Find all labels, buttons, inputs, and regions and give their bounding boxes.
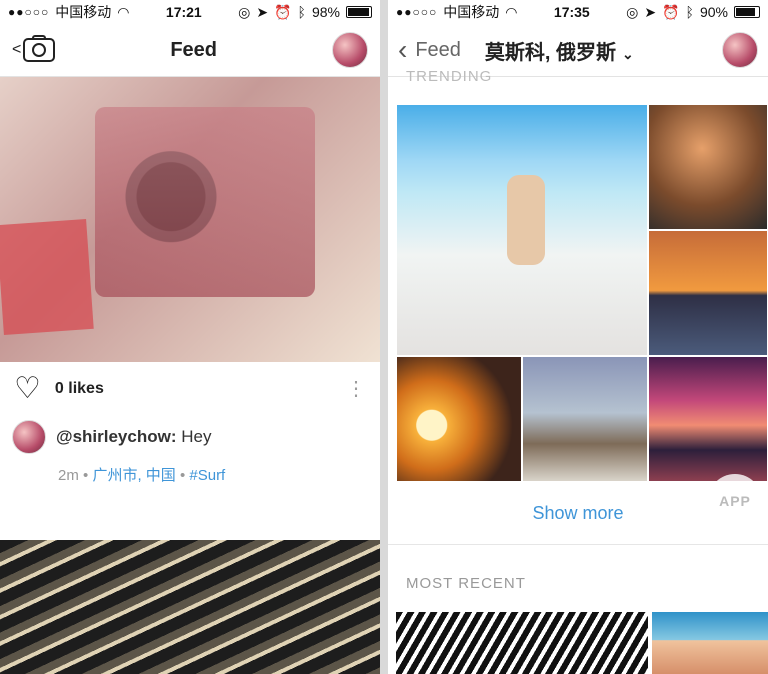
- post-time: 2m: [58, 467, 79, 484]
- signal-dots: ●●○○○: [8, 5, 50, 19]
- trending-tile[interactable]: [396, 356, 522, 482]
- status-left: ●●○○○ 中国移动 ◠: [396, 2, 517, 22]
- post-actions: ♡ 0 likes ⋮: [0, 362, 380, 416]
- comment-body: Hey: [176, 427, 212, 446]
- app-solution-watermark: APP: [708, 474, 762, 528]
- meta-separator: •: [179, 467, 190, 484]
- location-icon: ➤: [644, 3, 657, 20]
- camera-icon: [23, 35, 56, 62]
- orientation-lock-icon: ◎: [626, 3, 639, 20]
- profile-avatar[interactable]: [332, 32, 368, 68]
- status-time: 17:21: [165, 4, 202, 20]
- orientation-lock-icon: ◎: [238, 3, 251, 20]
- bluetooth-icon: ᛒ: [297, 4, 306, 20]
- location-screen: ●●○○○ 中国移动 ◠ 17:35 ◎ ➤ ⏰ ᛒ 90% ‹ Feed 莫斯…: [388, 0, 768, 674]
- post-tag[interactable]: #Surf: [189, 467, 225, 484]
- status-right: ◎ ➤ ⏰ ᛒ 98%: [238, 4, 372, 21]
- battery-fill: [735, 8, 755, 16]
- trending-grid: [396, 104, 768, 484]
- carrier-label: 中国移动: [55, 4, 112, 20]
- app-screens: ●●○○○ 中国移动 ◠ 17:21 ◎ ➤ ⏰ ᛒ 98% < Feed ♡ …: [0, 0, 768, 674]
- status-bar: ●●○○○ 中国移动 ◠ 17:21 ◎ ➤ ⏰ ᛒ 98%: [0, 0, 380, 24]
- more-options-icon[interactable]: ⋮: [346, 379, 366, 399]
- trending-tile[interactable]: [648, 104, 768, 230]
- chevron-down-icon: ⌄: [622, 45, 634, 62]
- battery-fill: [347, 8, 369, 16]
- comment-row: @shirleychow: Hey: [0, 420, 380, 454]
- feed-navbar: < Feed: [0, 24, 380, 77]
- post-location[interactable]: 广州市, 中国: [92, 467, 175, 484]
- recent-tile[interactable]: [396, 612, 648, 674]
- recent-tile[interactable]: [652, 612, 768, 674]
- feed-screen: ●●○○○ 中国移动 ◠ 17:21 ◎ ➤ ⏰ ᛒ 98% < Feed ♡ …: [0, 0, 380, 674]
- likes-count: 0 likes: [54, 380, 104, 397]
- battery-icon: [345, 6, 372, 18]
- next-post-photo[interactable]: [0, 540, 380, 674]
- bluetooth-icon: ᛒ: [685, 4, 694, 20]
- alarm-icon: ⏰: [274, 3, 292, 20]
- trending-tile[interactable]: [648, 356, 768, 482]
- post-photo[interactable]: [0, 77, 380, 362]
- alarm-icon: ⏰: [662, 3, 680, 20]
- status-time: 17:35: [553, 4, 590, 20]
- location-title-text: 莫斯科, 俄罗斯: [484, 41, 617, 64]
- camera-button[interactable]: <: [12, 35, 56, 62]
- profile-avatar[interactable]: [722, 32, 758, 68]
- trending-tile[interactable]: [396, 104, 648, 356]
- wifi-icon: ◠: [117, 3, 130, 20]
- trending-tile[interactable]: [648, 230, 768, 356]
- section-divider: [388, 544, 768, 545]
- carrier-label: 中国移动: [443, 4, 500, 20]
- battery-percent: 98%: [311, 4, 340, 20]
- back-chevron-icon[interactable]: ‹: [398, 36, 407, 64]
- signal-dots: ●●○○○: [396, 5, 438, 19]
- post-meta: 2m • 广州市, 中国 • #Surf: [0, 454, 380, 485]
- status-bar: ●●○○○ 中国移动 ◠ 17:35 ◎ ➤ ⏰ ᛒ 90%: [388, 0, 768, 24]
- status-right: ◎ ➤ ⏰ ᛒ 90%: [626, 4, 760, 21]
- page-title: Feed: [170, 38, 218, 61]
- status-left: ●●○○○ 中国移动 ◠: [8, 2, 129, 22]
- location-title[interactable]: 莫斯科, 俄罗斯 ⌄: [485, 36, 714, 65]
- camera-caret: <: [12, 41, 22, 58]
- location-icon: ➤: [256, 3, 269, 20]
- back-button[interactable]: Feed: [415, 39, 461, 62]
- trending-heading: TRENDING: [406, 68, 493, 85]
- comment-username[interactable]: @shirleychow:: [56, 427, 177, 446]
- battery-icon: [733, 6, 760, 18]
- wifi-icon: ◠: [505, 3, 518, 20]
- trending-tile[interactable]: [522, 356, 648, 482]
- heart-icon[interactable]: ♡: [14, 374, 41, 404]
- most-recent-heading: MOST RECENT: [406, 575, 526, 592]
- battery-percent: 90%: [699, 4, 728, 20]
- comment-text-block: @shirleychow: Hey: [56, 427, 211, 447]
- comment-avatar[interactable]: [12, 420, 46, 454]
